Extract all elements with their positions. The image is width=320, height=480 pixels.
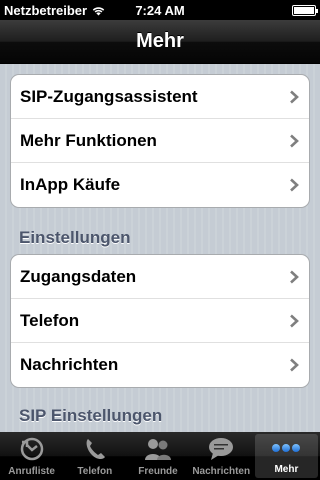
tab-label: Telefon	[77, 466, 113, 477]
chevron-right-icon	[290, 90, 299, 103]
tab-label: Nachrichten	[192, 466, 251, 477]
page-title: Mehr	[136, 30, 184, 52]
row-messages[interactable]: Nachrichten	[11, 343, 309, 387]
row-label: SIP-Zugangsassistent	[20, 86, 198, 106]
status-bar: Netzbetreiber 7:24 AM	[0, 0, 320, 20]
chevron-right-icon	[290, 358, 299, 372]
settings-list[interactable]: SIP-Zugangsassistent Mehr Funktionen InA…	[0, 64, 320, 432]
section-header-einstellungen: Einstellungen	[19, 228, 131, 247]
row-label: Zugangsdaten	[20, 266, 137, 286]
tab-more[interactable]: Mehr	[254, 434, 319, 478]
chevron-right-icon	[290, 270, 299, 283]
row-label: InApp Käufe	[20, 175, 121, 194]
tab-friends[interactable]: Freunde	[126, 432, 189, 480]
chevron-right-icon	[290, 178, 299, 192]
row-access-data[interactable]: Zugangsdaten	[11, 255, 309, 299]
tab-phone[interactable]: Telefon	[63, 432, 126, 480]
tab-bar: Anrufliste Telefon Freunde Nachrichten M…	[0, 432, 320, 480]
tab-call-log[interactable]: Anrufliste	[0, 432, 63, 480]
carrier-label: Netzbetreiber	[4, 2, 88, 18]
row-inapp-purchases[interactable]: InApp Käufe	[11, 163, 309, 207]
chevron-right-icon	[290, 314, 299, 327]
tab-label: Freunde	[138, 466, 178, 477]
tab-label: Anrufliste	[8, 466, 55, 477]
chevron-right-icon	[290, 134, 299, 147]
group-general: SIP-Zugangsassistent Mehr Funktionen InA…	[10, 74, 310, 208]
phone-icon	[80, 434, 110, 464]
status-time: 7:24 AM	[135, 2, 185, 18]
messages-icon	[206, 434, 236, 464]
status-left: Netzbetreiber	[4, 3, 114, 18]
more-icon	[271, 434, 301, 462]
row-label: Mehr Funktionen	[20, 130, 157, 150]
row-label: Telefon	[20, 310, 80, 330]
battery-icon	[292, 4, 318, 16]
tab-messages[interactable]: Nachrichten	[190, 432, 253, 480]
row-phone[interactable]: Telefon	[11, 299, 309, 343]
wifi-icon	[92, 6, 105, 15]
navigation-bar: Mehr	[0, 20, 320, 64]
contacts-icon	[143, 434, 173, 464]
battery-fill	[294, 6, 314, 14]
row-more-functions[interactable]: Mehr Funktionen	[11, 119, 309, 163]
tab-label: Mehr	[274, 464, 299, 475]
status-right	[206, 4, 318, 16]
section-header-sip: SIP Einstellungen	[19, 406, 163, 425]
group-settings: Zugangsdaten Telefon Nachrichten	[10, 254, 310, 388]
call-log-icon	[17, 434, 47, 464]
row-sip-assistant[interactable]: SIP-Zugangsassistent	[11, 75, 309, 119]
row-label: Nachrichten	[20, 355, 119, 374]
